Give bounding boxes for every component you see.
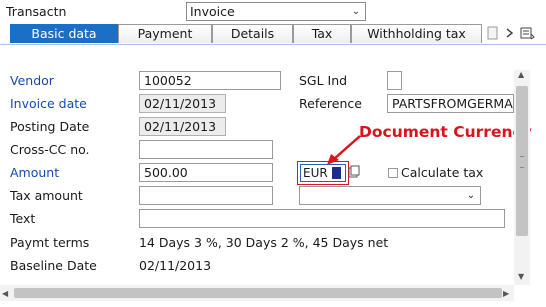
posting-date-field[interactable]: 02/11/2013 xyxy=(139,117,226,136)
transaction-label: Transactn xyxy=(6,4,67,19)
cross-cc-field[interactable] xyxy=(139,140,273,159)
text-field[interactable] xyxy=(139,209,505,228)
amount-label: Amount xyxy=(10,165,60,180)
vendor-label: Vendor xyxy=(10,73,54,88)
invoice-date-field[interactable]: 02/11/2013 xyxy=(139,94,226,113)
grip-icon xyxy=(520,156,524,168)
scroll-up-icon[interactable]: ▲ xyxy=(518,70,524,79)
tab-scroll-icon[interactable] xyxy=(486,26,500,40)
calculate-tax-checkbox[interactable] xyxy=(388,168,398,178)
transaction-select-value: Invoice xyxy=(190,4,235,19)
baseline-date-value: 02/11/2013 xyxy=(139,258,212,273)
chevron-down-icon[interactable]: ⌄ xyxy=(347,6,365,17)
tax-amount-field[interactable] xyxy=(139,186,273,205)
calculate-tax-label: Calculate tax xyxy=(401,165,484,180)
payment-terms-label: Paymt terms xyxy=(10,235,90,250)
callout-arrow-icon xyxy=(327,135,361,165)
tab-divider xyxy=(0,44,546,45)
transaction-select[interactable]: Invoice ⌄ xyxy=(186,2,366,21)
tab-tax[interactable]: Tax xyxy=(293,24,351,43)
tax-amount-label: Tax amount xyxy=(10,188,83,203)
reference-label: Reference xyxy=(299,96,362,111)
document-currency-callout: Document Currency xyxy=(359,123,532,141)
currency-value: EUR xyxy=(303,166,328,180)
payment-terms-value: 14 Days 3 %, 30 Days 2 %, 45 Days net xyxy=(139,235,389,250)
tabstrip: Basic data Payment Details Tax Withholdi… xyxy=(10,24,482,44)
reference-field[interactable]: PARTSFROMGERMANY xyxy=(387,94,514,113)
horizontal-scroll-thumb[interactable] xyxy=(14,288,502,298)
tab-details[interactable]: Details xyxy=(212,24,293,43)
tab-payment[interactable]: Payment xyxy=(118,24,212,43)
tab-withholding-tax[interactable]: Withholding tax xyxy=(351,24,482,43)
scroll-left-icon[interactable]: ◀ xyxy=(2,289,8,298)
invoice-date-label: Invoice date xyxy=(10,96,87,111)
tab-list-icon[interactable] xyxy=(520,26,536,40)
tab-nav-icons xyxy=(486,26,536,40)
text-cursor xyxy=(332,167,341,179)
cross-cc-label: Cross-CC no. xyxy=(10,142,90,157)
text-label: Text xyxy=(10,211,36,226)
scroll-right-icon[interactable]: ▶ xyxy=(503,289,509,298)
amount-field[interactable]: 500.00 xyxy=(139,163,273,182)
tax-code-select[interactable]: ⌄ xyxy=(299,186,481,205)
chevron-down-icon[interactable]: ⌄ xyxy=(462,190,480,201)
scroll-down-icon[interactable]: ▼ xyxy=(518,272,524,281)
baseline-date-label: Baseline Date xyxy=(10,258,97,273)
posting-date-label: Posting Date xyxy=(10,119,90,134)
tab-basic-data[interactable]: Basic data xyxy=(10,24,118,43)
chevron-right-icon[interactable] xyxy=(504,26,516,40)
sgl-ind-label: SGL Ind xyxy=(299,73,348,88)
vendor-field[interactable]: 100052 xyxy=(139,71,281,90)
sgl-ind-field[interactable] xyxy=(387,71,402,90)
